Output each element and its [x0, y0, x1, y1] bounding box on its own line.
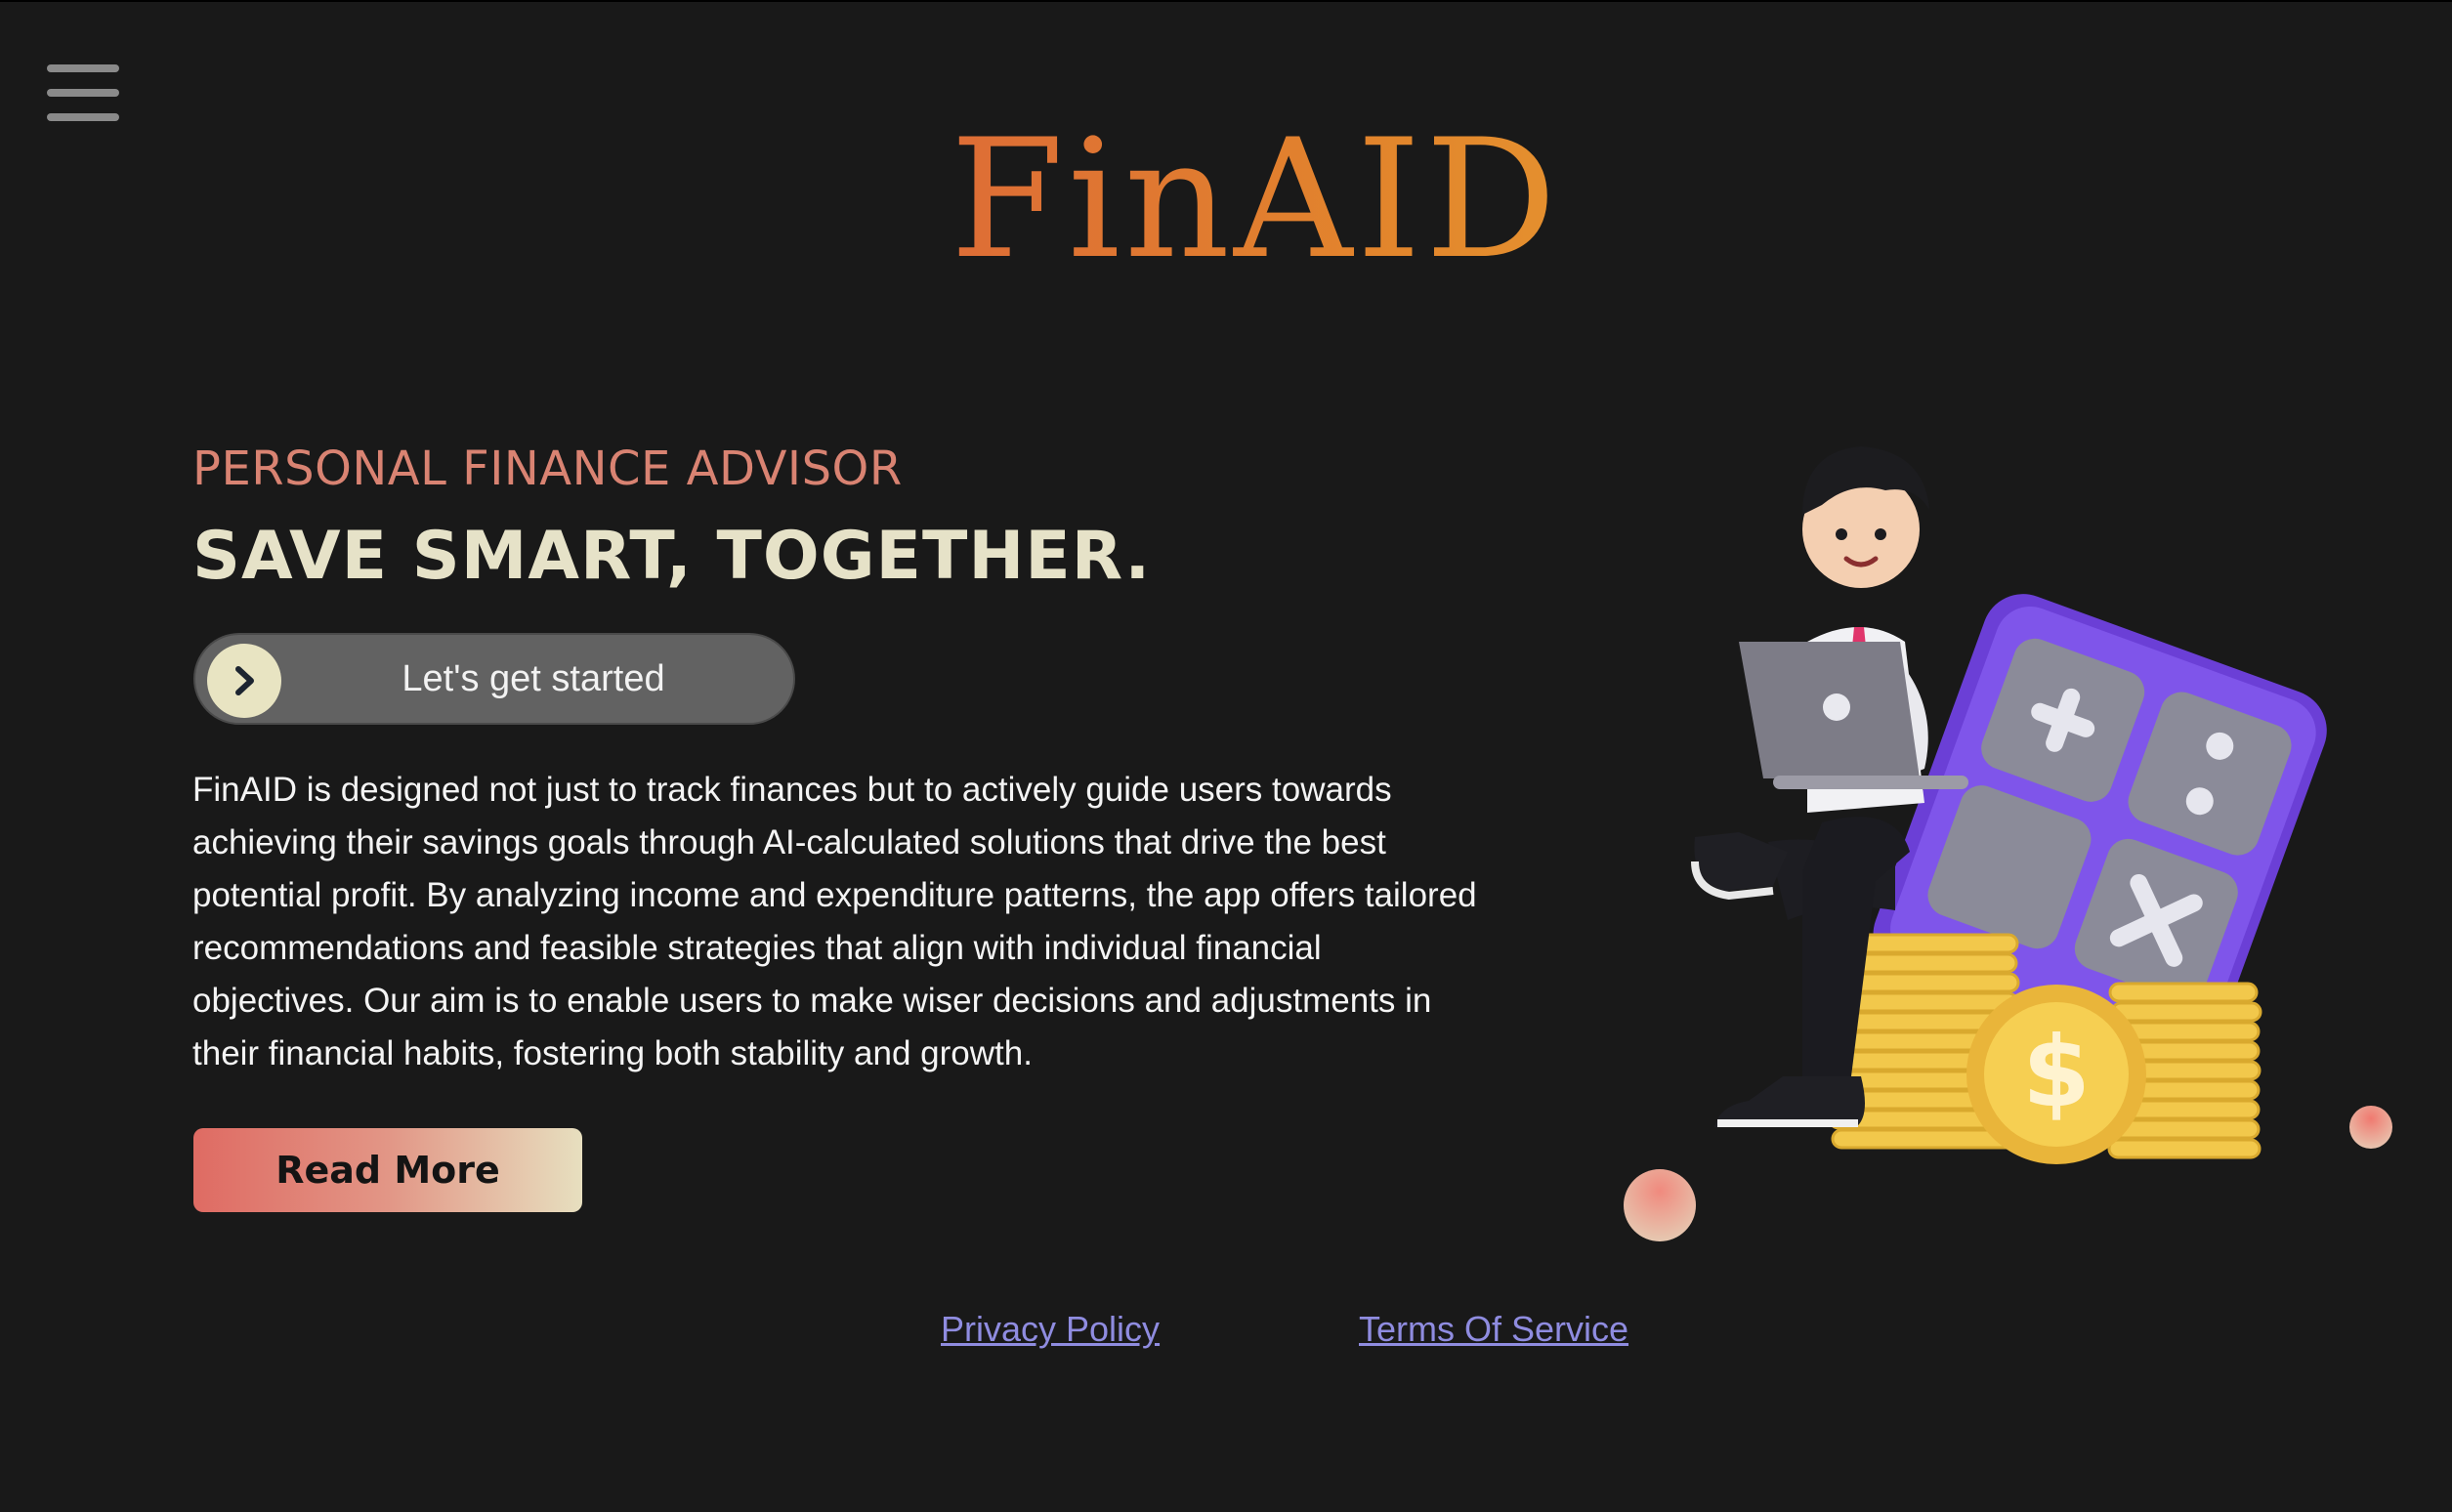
brand-logo: FinAID	[0, 117, 2452, 281]
terms-of-service-link[interactable]: Terms Of Service	[1359, 1309, 1628, 1350]
hamburger-menu-icon[interactable]	[47, 63, 119, 123]
privacy-policy-link[interactable]: Privacy Policy	[941, 1309, 1160, 1350]
finance-illustration: $	[1691, 446, 2327, 1164]
get-started-label: Let's get started	[402, 658, 665, 699]
get-started-button[interactable]: Let's get started	[193, 633, 795, 725]
landing-page: FinAID PERSONAL FINANCE ADVISOR SAVE SMA…	[0, 0, 2452, 1512]
dollar-coin-icon: $	[1966, 985, 2146, 1164]
read-more-button[interactable]: Read More	[193, 1128, 582, 1212]
menu-bar	[47, 64, 119, 72]
hero-headline: SAVE SMART, TOGETHER.	[192, 518, 1152, 595]
menu-bar	[47, 89, 119, 97]
chevron-right-icon	[207, 644, 281, 718]
svg-text:$: $	[2022, 1015, 2091, 1129]
hero-description: FinAID is designed not just to track fin…	[192, 771, 1477, 1072]
hero-eyebrow: PERSONAL FINANCE ADVISOR	[192, 441, 903, 496]
